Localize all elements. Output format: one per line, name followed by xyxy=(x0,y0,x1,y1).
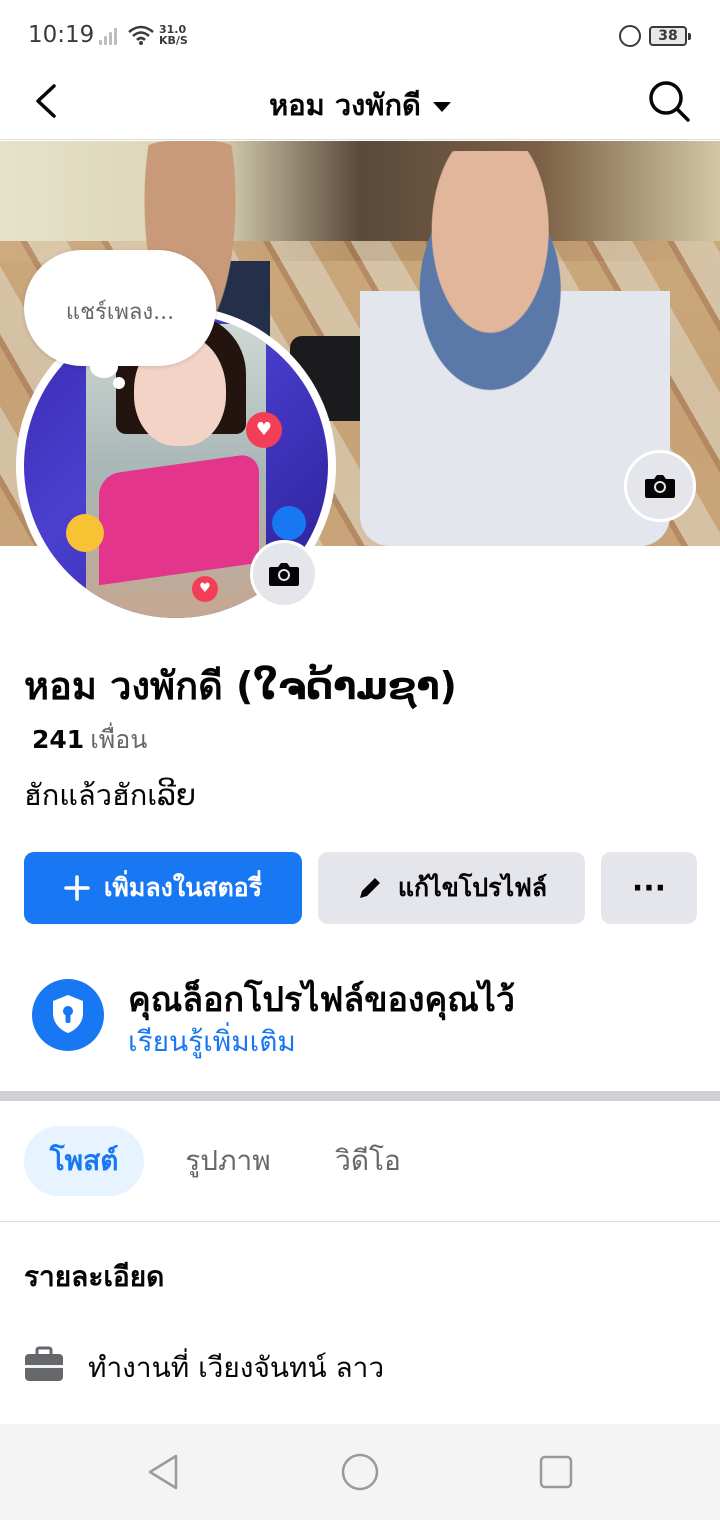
tabs-divider xyxy=(0,1221,720,1222)
battery-indicator: 38 xyxy=(649,26,691,46)
profile-switcher[interactable]: หอม วงพักดี xyxy=(0,82,720,128)
nav-back-icon[interactable] xyxy=(142,1450,186,1494)
cover-camera-button[interactable] xyxy=(624,450,696,522)
add-to-story-button[interactable]: เพิ่มลงในสตอรี่ xyxy=(24,852,302,924)
nav-home-icon[interactable] xyxy=(338,1450,382,1494)
friends-count-number: 241 xyxy=(32,725,85,754)
profile-camera-button[interactable] xyxy=(250,540,318,608)
tab-photos[interactable]: รูปภาพ xyxy=(168,1126,288,1196)
search-icon[interactable] xyxy=(644,76,694,126)
work-detail: ทำงานที่ เวียงจันทน์ ลาว xyxy=(88,1351,385,1384)
signal-icon xyxy=(99,27,121,45)
tab-posts[interactable]: โพสต์ xyxy=(24,1126,144,1196)
more-options-label: ··· xyxy=(631,870,667,906)
system-nav-bar xyxy=(0,1424,720,1520)
profile-name: หอม วงพักดี (ໃຈດ້າມຊາ) xyxy=(24,664,457,708)
shield-lock-icon xyxy=(32,979,104,1051)
note-thought-bubble[interactable]: แชร์เพลง... xyxy=(24,250,216,366)
caret-down-icon xyxy=(432,102,451,112)
plus-icon xyxy=(64,875,90,901)
net-speed: 31.0 KB/S xyxy=(159,24,188,46)
net-speed-unit: KB/S xyxy=(159,34,188,47)
thought-bubble-tail xyxy=(90,356,118,378)
wifi-icon xyxy=(128,25,154,45)
add-to-story-label: เพิ่มลงในสตอรี่ xyxy=(103,873,263,902)
details-heading: รายละเอียด xyxy=(24,1260,165,1293)
profile-bio: ฮักแล้วฮักเລີຍ xyxy=(24,778,196,812)
section-divider xyxy=(0,1091,720,1101)
edit-profile-button[interactable]: แก้ไขโปรไฟล์ xyxy=(318,852,585,924)
camera-icon xyxy=(645,475,675,498)
rotation-lock-icon xyxy=(619,25,641,47)
camera-icon xyxy=(269,563,299,586)
learn-more-link[interactable]: เรียนรู้เพิ่มเติม xyxy=(128,1020,296,1064)
more-options-button[interactable]: ··· xyxy=(601,852,697,924)
tab-videos[interactable]: วิดีโอ xyxy=(322,1126,414,1196)
thought-bubble-text: แชร์เพลง... xyxy=(65,300,175,325)
profile-locked-title: คุณล็อกโปรไฟล์ของคุณไว้ xyxy=(128,980,515,1020)
pencil-icon xyxy=(356,874,384,902)
nav-recents-icon[interactable] xyxy=(534,1450,578,1494)
edit-profile-label: แก้ไขโปรไฟล์ xyxy=(397,873,548,902)
status-time: 10:19 xyxy=(28,22,95,48)
status-bar: 10:19 31.0 KB/S 38 xyxy=(0,0,720,72)
friends-label: เพื่อน xyxy=(90,725,148,754)
top-app-bar: หอม วงพักดี xyxy=(0,72,720,140)
thought-bubble-tail-dot xyxy=(113,377,125,389)
header-title: หอม วงพักดี xyxy=(269,88,421,122)
briefcase-icon xyxy=(25,1346,63,1381)
friends-count[interactable]: 241 เพื่อน xyxy=(32,720,147,760)
